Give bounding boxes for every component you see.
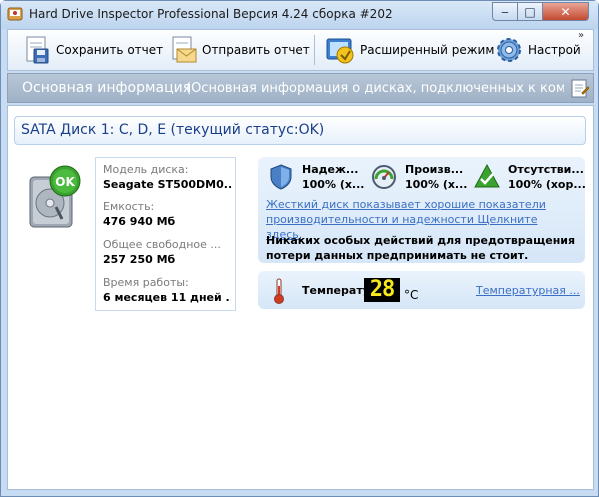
hard-drive-icon: OK [29, 165, 81, 228]
check-warning-icon [474, 164, 500, 188]
thermometer-icon [274, 278, 284, 304]
send-report-button[interactable]: Отправить отчет [168, 33, 310, 67]
send-report-label: Отправить отчет [202, 43, 310, 57]
performance-title: Произв... [405, 163, 464, 176]
main-window: Hard Drive Inspector Professional Версия… [0, 0, 599, 497]
section-description: (Основная информация о дисках, подключен… [186, 81, 564, 96]
close-button[interactable]: ✕ [542, 2, 589, 21]
capacity-label: Емкость: [103, 200, 155, 213]
errors-value: 100% (хор... [508, 178, 586, 191]
save-report-button[interactable]: Сохранить отчет [22, 33, 163, 67]
send-report-icon [172, 36, 197, 63]
reliability-value: 100% (х... [302, 178, 365, 191]
gear-icon [497, 38, 521, 62]
toolbar: Сохранить отчет Отправить отчет Расширен… [7, 29, 594, 71]
disk-info-box: Модель диска: Seagate ST500DM0... Емкост… [95, 157, 236, 311]
free-space-label: Общее свободное ... [103, 238, 221, 251]
main-panel: SATA Диск 1: C, D, E (текущий статус:OK)… [7, 105, 594, 490]
section-title: Основная информация [22, 80, 192, 96]
save-report-icon [26, 36, 49, 64]
temperature-details-link[interactable]: Температурная ... [476, 284, 580, 297]
performance-value: 100% (х... [405, 178, 468, 191]
maximize-button[interactable]: □ [517, 2, 543, 21]
model-label: Модель диска: [103, 163, 189, 176]
save-report-label: Сохранить отчет [56, 43, 164, 57]
free-space-value: 257 250 Мб [103, 253, 176, 266]
advanced-mode-label: Расширенный режим [360, 43, 495, 57]
section-bar: Основная информация (Основная информация… [7, 73, 594, 103]
disk-title: SATA Диск 1: C, D, E (текущий статус:OK) [21, 122, 325, 138]
window-title: Hard Drive Inspector Professional Версия… [29, 7, 393, 21]
app-icon [7, 7, 23, 21]
temperature-unit: °C [404, 288, 419, 302]
notes-icon[interactable] [571, 78, 589, 98]
toolbar-overflow-chevron[interactable]: » [578, 30, 584, 41]
model-value: Seagate ST500DM0... [103, 178, 231, 191]
health-status-box: Надеж... 100% (х... Произв... 100% (х...… [258, 157, 586, 263]
advanced-mode-icon [326, 38, 354, 64]
advice-text: Никаких особых действий для предотвращен… [266, 234, 576, 262]
disk-header[interactable]: SATA Диск 1: C, D, E (текущий статус:OK) [14, 116, 586, 145]
temperature-box: Температура 28 °C Температурная ... [258, 271, 585, 309]
shield-icon [270, 164, 292, 190]
errors-title: Отсутстви... [508, 163, 584, 176]
settings-button[interactable]: Настрой [494, 33, 581, 67]
speedometer-icon [372, 165, 396, 189]
settings-label: Настрой [528, 43, 581, 57]
title-bar[interactable]: Hard Drive Inspector Professional Версия… [1, 1, 598, 29]
capacity-value: 476 940 Мб [103, 215, 176, 228]
advanced-mode-button[interactable]: Расширенный режим [324, 33, 494, 67]
uptime-label: Время работы: [103, 276, 189, 289]
temperature-display: 28 [364, 278, 400, 302]
toolbar-separator [314, 35, 315, 65]
reliability-title: Надеж... [302, 163, 359, 176]
ok-badge: OK [55, 175, 75, 189]
uptime-value: 6 месяцев 11 дней ... [103, 291, 231, 304]
minimize-button[interactable]: ‒ [492, 2, 518, 21]
